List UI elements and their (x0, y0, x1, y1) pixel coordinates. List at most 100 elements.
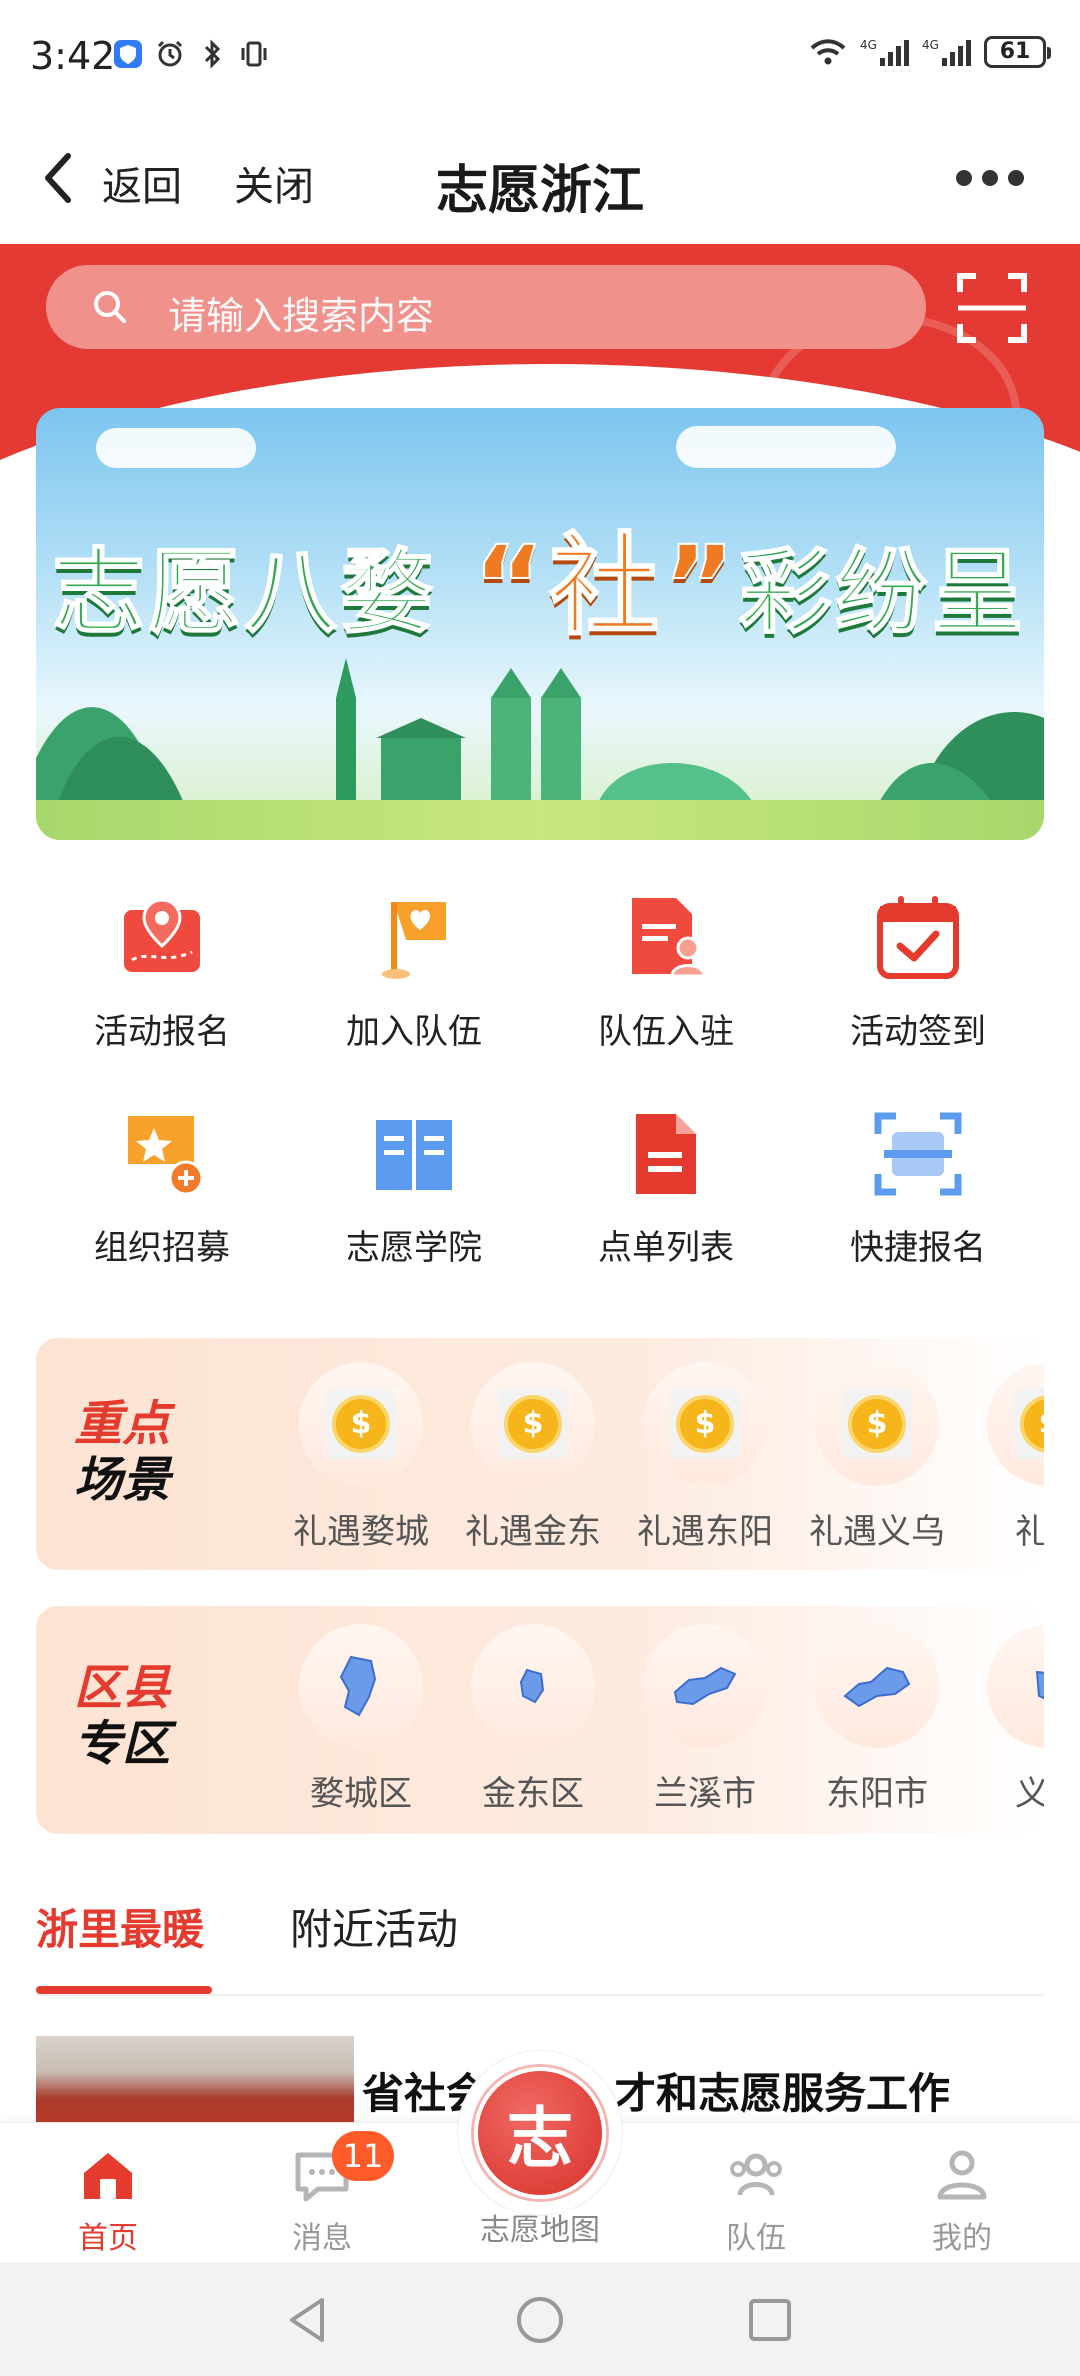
grid-item-team-register[interactable]: 队伍入驻 (540, 890, 792, 1090)
district-title: 区县 专区 (36, 1660, 208, 1772)
grid-label: 活动报名 (94, 1012, 230, 1052)
nav-home-label: 首页 (78, 2221, 138, 2256)
district-label: 婺城区 (310, 1774, 412, 1814)
calendar-check-icon (877, 896, 959, 979)
svg-text:4G: 4G (860, 38, 877, 52)
key-scenes-title: 重点 场景 (36, 1396, 208, 1508)
district-title-line1: 区县 (73, 1660, 170, 1716)
district-label: 兰溪市 (654, 1774, 756, 1814)
map-pin-icon (124, 898, 200, 972)
bottom-nav: 首页 11 消息 志愿地图 志 队伍 我的 (0, 2051, 1080, 2262)
tab-warmest[interactable]: 浙里最暖 (36, 1896, 204, 1957)
scene-item[interactable]: $ 礼遇义乌 (792, 1362, 962, 1553)
district-item[interactable]: 金东区 (448, 1624, 618, 1815)
scene-item[interactable]: $ 礼遇婺城 (276, 1362, 446, 1553)
signal-icon-2: 4G (922, 38, 971, 66)
close-button[interactable]: 关闭 (234, 154, 314, 212)
coin-icon: $ (504, 1395, 562, 1453)
tab-nearby[interactable]: 附近活动 (290, 1896, 458, 1957)
scene-item[interactable]: $ 礼遇 (964, 1362, 1044, 1553)
grid-item-volunteer-academy[interactable]: 志愿学院 (288, 1106, 540, 1306)
app-shield-icon (114, 40, 142, 68)
grid-label: 快捷报名 (850, 1228, 986, 1268)
list-document-icon (636, 1114, 696, 1194)
coin-icon: $ (848, 1395, 906, 1453)
scene-label: 礼遇金东 (465, 1512, 601, 1552)
coin-icon: $ (332, 1395, 390, 1453)
status-bar: 3:42 4G 4G 61 (0, 0, 1080, 118)
heart-flag-icon (382, 902, 446, 979)
banner-skyline-illustration (36, 658, 1044, 808)
district-item[interactable]: 义乌 (964, 1624, 1044, 1815)
grid-item-activity-signup[interactable]: 活动报名 (36, 890, 288, 1090)
grid-item-order-list[interactable]: 点单列表 (540, 1106, 792, 1306)
grid-item-activity-checkin[interactable]: 活动签到 (792, 890, 1044, 1090)
nav-mine-label: 我的 (932, 2221, 992, 2256)
grid-item-join-team[interactable]: 加入队伍 (288, 890, 540, 1090)
scene-item[interactable]: $ 礼遇金东 (448, 1362, 618, 1553)
grid-label: 组织招募 (94, 1228, 230, 1268)
district-map-icon (1035, 1670, 1044, 1700)
banner-title-right: 彩纷呈 (738, 538, 1028, 647)
key-scenes-title-line2: 场景 (73, 1452, 170, 1508)
banner-ground (36, 800, 1044, 840)
back-triangle-icon[interactable] (282, 2294, 334, 2346)
grid-label: 点单列表 (598, 1228, 734, 1268)
svg-text:4G: 4G (922, 38, 939, 52)
document-user-icon (632, 898, 706, 978)
home-circle-icon[interactable] (514, 2294, 566, 2346)
key-scenes-title-line1: 重点 (73, 1396, 170, 1452)
messages-badge: 11 (332, 2131, 394, 2181)
district-label: 金东区 (482, 1774, 584, 1814)
district-item[interactable]: 婺城区 (276, 1624, 446, 1815)
scene-item[interactable]: $ 礼遇东阳 (620, 1362, 790, 1553)
grid-label: 加入队伍 (346, 1012, 482, 1052)
promo-banner[interactable]: 志愿八婺 “社”彩纷呈 (36, 408, 1044, 840)
back-button[interactable]: 返回 (102, 154, 182, 212)
book-icon (376, 1120, 452, 1190)
district-label: 东阳市 (826, 1774, 928, 1814)
wifi-icon (810, 39, 846, 65)
banner-title-left: 志愿八婺 (52, 538, 437, 647)
home-icon (84, 2153, 132, 2199)
district-map-icon (339, 1655, 377, 1717)
recents-square-icon[interactable] (744, 2294, 796, 2346)
search-icon (94, 291, 126, 323)
grid-item-quick-signup[interactable]: 快捷报名 (792, 1106, 1044, 1306)
grid-label: 队伍入驻 (598, 1012, 734, 1052)
search-placeholder: 请输入搜索内容 (168, 294, 435, 338)
nav-messages-label: 消息 (292, 2221, 352, 2256)
scene-label: 礼遇婺城 (293, 1512, 429, 1552)
nav-mine[interactable]: 我的 (872, 2143, 1052, 2257)
more-options-icon[interactable] (956, 170, 1024, 186)
nav-team[interactable]: 队伍 (666, 2143, 846, 2257)
tab-underline (36, 1986, 212, 1994)
coin-icon: $ (1020, 1395, 1044, 1453)
district-item[interactable]: 兰溪市 (620, 1624, 790, 1815)
volunteer-map-button[interactable]: 志 (458, 2051, 622, 2215)
search-input[interactable]: 请输入搜索内容 (46, 265, 926, 349)
district-map-icon (673, 1666, 737, 1706)
signal-icon: 4G (860, 38, 909, 66)
chevron-left-icon[interactable] (38, 148, 78, 208)
scene-label: 礼遇义乌 (809, 1512, 945, 1552)
grid-item-org-recruit[interactable]: 组织招募 (36, 1106, 288, 1306)
team-icon (730, 2153, 782, 2196)
district-panel: 区县 专区 婺城区 金东区 兰溪市 东阳市 义乌 (36, 1606, 1044, 1834)
district-title-line2: 专区 (73, 1716, 170, 1772)
cloud (676, 426, 896, 468)
banner-title-highlight: “社” (472, 521, 740, 651)
scene-label: 礼遇 (1015, 1512, 1044, 1552)
page-title: 志愿浙江 (435, 161, 644, 221)
district-label: 义乌 (1015, 1774, 1044, 1814)
grid-label: 活动签到 (850, 1012, 986, 1052)
nav-messages[interactable]: 11 消息 (232, 2131, 412, 2257)
nav-home[interactable]: 首页 (18, 2143, 198, 2257)
district-map-icon (519, 1668, 545, 1704)
scan-icon[interactable] (956, 272, 1028, 344)
district-item[interactable]: 东阳市 (792, 1624, 962, 1815)
coin-icon: $ (676, 1395, 734, 1453)
content-tabs: 浙里最暖 附近活动 (36, 1886, 1044, 1996)
nav-team-label: 队伍 (726, 2221, 786, 2256)
grid-label: 志愿学院 (346, 1228, 482, 1268)
